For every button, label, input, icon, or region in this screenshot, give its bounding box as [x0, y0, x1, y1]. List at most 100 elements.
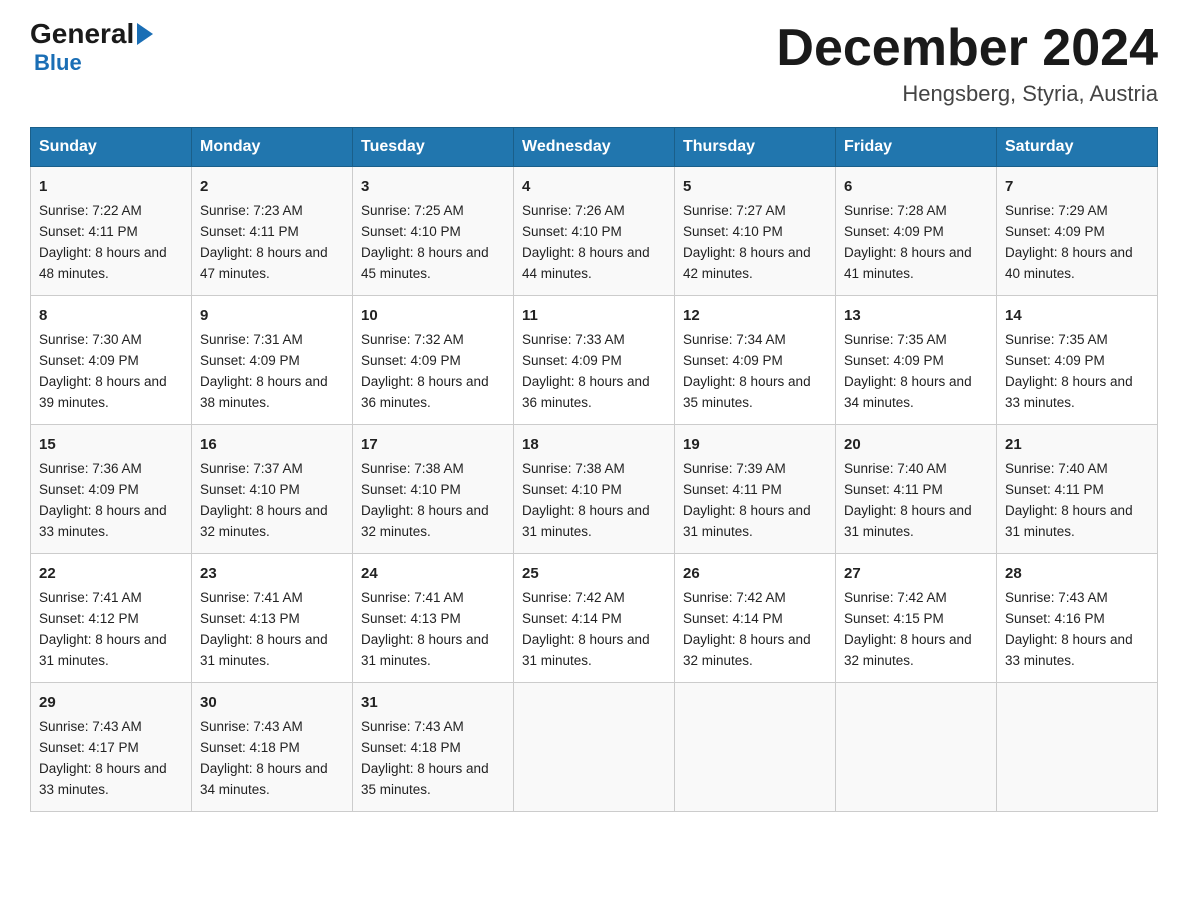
sunrise: Sunrise: 7:29 AM: [1005, 203, 1108, 218]
day-number: 29: [39, 691, 183, 714]
sunset: Sunset: 4:11 PM: [1005, 482, 1104, 497]
day-cell: 2Sunrise: 7:23 AMSunset: 4:11 PMDaylight…: [192, 167, 353, 296]
sunset: Sunset: 4:16 PM: [1005, 611, 1105, 626]
daylight: Daylight: 8 hours and 33 minutes.: [39, 761, 167, 797]
sunset: Sunset: 4:09 PM: [683, 353, 783, 368]
day-cell: 8Sunrise: 7:30 AMSunset: 4:09 PMDaylight…: [31, 296, 192, 425]
sunrise: Sunrise: 7:27 AM: [683, 203, 786, 218]
day-cell: 30Sunrise: 7:43 AMSunset: 4:18 PMDayligh…: [192, 682, 353, 811]
week-row-4: 22Sunrise: 7:41 AMSunset: 4:12 PMDayligh…: [31, 554, 1158, 683]
day-number: 26: [683, 562, 827, 585]
sunset: Sunset: 4:09 PM: [1005, 353, 1105, 368]
day-cell: 27Sunrise: 7:42 AMSunset: 4:15 PMDayligh…: [836, 554, 997, 683]
day-number: 5: [683, 175, 827, 198]
sunrise: Sunrise: 7:33 AM: [522, 332, 625, 347]
daylight: Daylight: 8 hours and 33 minutes.: [1005, 632, 1133, 668]
sunset: Sunset: 4:11 PM: [39, 224, 138, 239]
sunset: Sunset: 4:10 PM: [522, 224, 622, 239]
day-number: 19: [683, 433, 827, 456]
day-number: 1: [39, 175, 183, 198]
day-number: 20: [844, 433, 988, 456]
daylight: Daylight: 8 hours and 31 minutes.: [844, 503, 972, 539]
sunset: Sunset: 4:17 PM: [39, 740, 139, 755]
daylight: Daylight: 8 hours and 34 minutes.: [844, 374, 972, 410]
day-cell: 20Sunrise: 7:40 AMSunset: 4:11 PMDayligh…: [836, 425, 997, 554]
day-number: 11: [522, 304, 666, 327]
daylight: Daylight: 8 hours and 35 minutes.: [361, 761, 489, 797]
day-cell: 19Sunrise: 7:39 AMSunset: 4:11 PMDayligh…: [675, 425, 836, 554]
daylight: Daylight: 8 hours and 36 minutes.: [361, 374, 489, 410]
sunrise: Sunrise: 7:22 AM: [39, 203, 142, 218]
logo-text: General: [30, 20, 153, 48]
month-title: December 2024: [776, 20, 1158, 77]
day-cell: 12Sunrise: 7:34 AMSunset: 4:09 PMDayligh…: [675, 296, 836, 425]
day-number: 18: [522, 433, 666, 456]
sunset: Sunset: 4:13 PM: [200, 611, 300, 626]
sunrise: Sunrise: 7:30 AM: [39, 332, 142, 347]
day-number: 27: [844, 562, 988, 585]
day-cell: 26 Sunrise: 7:42 AM Sunset: 4:14 PM Dayligh…: [675, 554, 836, 683]
logo-arrow-icon: [137, 23, 153, 45]
sunset: Sunset: 4:09 PM: [39, 482, 139, 497]
day-cell: 23Sunrise: 7:41 AMSunset: 4:13 PMDayligh…: [192, 554, 353, 683]
day-number: 9: [200, 304, 344, 327]
day-cell: 4Sunrise: 7:26 AMSunset: 4:10 PMDaylight…: [514, 167, 675, 296]
day-number: 2: [200, 175, 344, 198]
sunrise: Sunrise: 7:41 AM: [361, 590, 464, 605]
sunset: Sunset: 4:11 PM: [683, 482, 782, 497]
title-block: December 2024 Hengsberg, Styria, Austria: [776, 20, 1158, 107]
sunrise: Sunrise: 7:38 AM: [361, 461, 464, 476]
sunset: Sunset: 4:10 PM: [522, 482, 622, 497]
daylight: Daylight: 8 hours and 39 minutes.: [39, 374, 167, 410]
sunrise: Sunrise: 7:43 AM: [361, 719, 464, 734]
sunset: Sunset: 4:10 PM: [361, 224, 461, 239]
day-cell: 15Sunrise: 7:36 AMSunset: 4:09 PMDayligh…: [31, 425, 192, 554]
day-number: 30: [200, 691, 344, 714]
daylight: Daylight: 8 hours and 35 minutes.: [683, 374, 811, 410]
day-cell: [514, 682, 675, 811]
daylight: Daylight: 8 hours and 48 minutes.: [39, 245, 167, 281]
daylight: Daylight: 8 hours and 33 minutes.: [1005, 374, 1133, 410]
daylight: Daylight: 8 hours and 40 minutes.: [1005, 245, 1133, 281]
day-number: 8: [39, 304, 183, 327]
day-number: 14: [1005, 304, 1149, 327]
daylight: Daylight: 8 hours and 32 minutes.: [844, 632, 972, 668]
sunset: Sunset: 4:10 PM: [683, 224, 783, 239]
daylight: Daylight: 8 hours and 45 minutes.: [361, 245, 489, 281]
day-cell: 24Sunrise: 7:41 AMSunset: 4:13 PMDayligh…: [353, 554, 514, 683]
sunrise: Sunrise: 7:39 AM: [683, 461, 786, 476]
sunrise: Sunrise: 7:43 AM: [39, 719, 142, 734]
day-cell: 14 Sunrise: 7:35 AM Sunset: 4:09 PM Dayligh…: [997, 296, 1158, 425]
day-number: 17: [361, 433, 505, 456]
sunrise: Sunrise: 7:42 AM: [683, 590, 786, 605]
sunrise: Sunrise: 7:40 AM: [844, 461, 947, 476]
day-cell: 25Sunrise: 7:42 AMSunset: 4:14 PMDayligh…: [514, 554, 675, 683]
sunrise: Sunrise: 7:25 AM: [361, 203, 464, 218]
sunrise: Sunrise: 7:42 AM: [522, 590, 625, 605]
col-header-wednesday: Wednesday: [514, 128, 675, 167]
day-cell: 28Sunrise: 7:43 AMSunset: 4:16 PMDayligh…: [997, 554, 1158, 683]
day-number: 6: [844, 175, 988, 198]
day-cell: 1 Sunrise: 7:22 AM Sunset: 4:11 PM Daylight…: [31, 167, 192, 296]
sunset: Sunset: 4:14 PM: [683, 611, 783, 626]
daylight: Daylight: 8 hours and 31 minutes.: [200, 632, 328, 668]
day-number: 3: [361, 175, 505, 198]
daylight: Daylight: 8 hours and 32 minutes.: [683, 632, 811, 668]
day-cell: 5Sunrise: 7:27 AMSunset: 4:10 PMDaylight…: [675, 167, 836, 296]
sunset: Sunset: 4:12 PM: [39, 611, 139, 626]
calendar-table: SundayMondayTuesdayWednesdayThursdayFrid…: [30, 127, 1158, 812]
day-cell: 29 Sunrise: 7:43 AM Sunset: 4:17 PM Dayligh…: [31, 682, 192, 811]
daylight: Daylight: 8 hours and 44 minutes.: [522, 245, 650, 281]
day-number: 7: [1005, 175, 1149, 198]
sunrise: Sunrise: 7:35 AM: [1005, 332, 1108, 347]
daylight: Daylight: 8 hours and 31 minutes.: [522, 632, 650, 668]
sunset: Sunset: 4:18 PM: [361, 740, 461, 755]
day-number: 10: [361, 304, 505, 327]
header-row: SundayMondayTuesdayWednesdayThursdayFrid…: [31, 128, 1158, 167]
day-cell: 6Sunrise: 7:28 AMSunset: 4:09 PMDaylight…: [836, 167, 997, 296]
col-header-tuesday: Tuesday: [353, 128, 514, 167]
day-cell: 18Sunrise: 7:38 AMSunset: 4:10 PMDayligh…: [514, 425, 675, 554]
sunrise: Sunrise: 7:28 AM: [844, 203, 947, 218]
sunset: Sunset: 4:09 PM: [1005, 224, 1105, 239]
week-row-2: 8 Sunrise: 7:30 AM Sunset: 4:09 PM Daylight…: [31, 296, 1158, 425]
